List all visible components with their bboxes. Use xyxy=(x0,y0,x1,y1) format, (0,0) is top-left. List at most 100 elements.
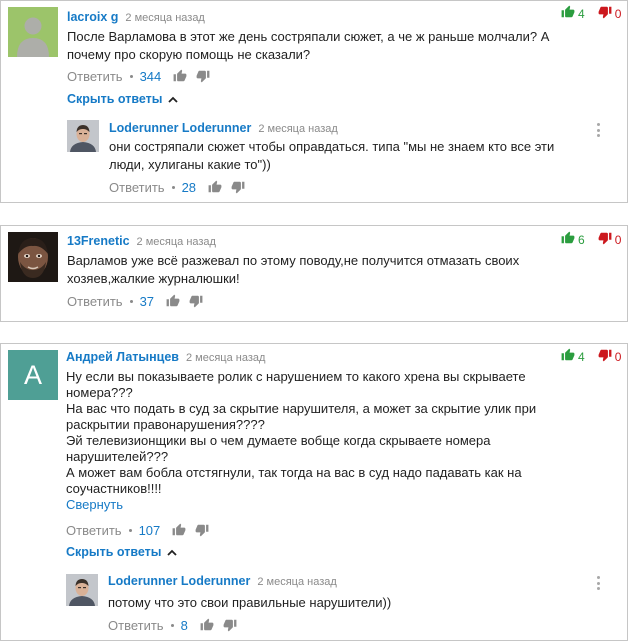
comment-text-line: потому что это свои правильные нарушител… xyxy=(108,595,392,610)
comment-text-line: почему про скорую помощь не сказали? xyxy=(67,47,311,62)
reply-button[interactable]: Ответить xyxy=(66,523,122,538)
comment-text-line: А может вам бобла отстягнули, так тогда … xyxy=(66,465,522,480)
thumbs-down-icon xyxy=(231,181,245,194)
comment-text-line: номера??? xyxy=(66,385,133,400)
like-button[interactable] xyxy=(172,523,186,537)
reply-actions: Ответить 28 xyxy=(109,179,245,195)
author-name[interactable]: Loderunner Loderunner xyxy=(108,574,250,588)
reply-button[interactable]: Ответить xyxy=(67,294,123,309)
comment-time[interactable]: 2 месяца назад xyxy=(137,236,216,248)
dislike-button[interactable] xyxy=(196,69,210,83)
thumbs-down-icon xyxy=(598,5,612,22)
dislike-button[interactable] xyxy=(189,294,203,308)
reply-button[interactable]: Ответить xyxy=(109,180,165,195)
thumbs-up-icon xyxy=(166,294,180,307)
comment-header: 13Frenetic 2 месяца назад xyxy=(67,234,216,248)
reply-actions: Ответить 8 xyxy=(108,617,237,633)
like-count: 37 xyxy=(139,293,155,309)
like-button[interactable] xyxy=(173,69,187,83)
comment-time[interactable]: 2 месяца назад xyxy=(257,576,336,588)
comment-time[interactable]: 2 месяца назад xyxy=(125,12,204,24)
reply-button[interactable]: Ответить xyxy=(67,69,123,84)
comment-text-line: соучастников!!!! xyxy=(66,481,162,496)
reply-header: Loderunner Loderunner 2 месяца назад xyxy=(109,121,338,135)
dislikes-count: 0 xyxy=(614,232,622,247)
thumbs-up-icon xyxy=(561,5,575,22)
author-name[interactable]: Loderunner Loderunner xyxy=(109,121,251,135)
likes-count: 4 xyxy=(578,6,585,21)
user-photo-icon xyxy=(66,574,98,606)
comment-text-line: Варламов уже всё разжевал по этому повод… xyxy=(67,253,520,268)
author-name[interactable]: Андрей Латынцев xyxy=(66,350,179,364)
comment-thread: 13Frenetic 2 месяца назад 6 0 Варламов у… xyxy=(0,225,628,322)
comment-thread: lacroix g 2 месяца назад 4 0 После Варла… xyxy=(0,0,628,203)
avatar-letter: A xyxy=(23,359,42,390)
kebab-menu-icon[interactable] xyxy=(595,576,601,590)
user-photo-icon xyxy=(8,232,58,282)
like-button[interactable] xyxy=(208,180,222,194)
vote-summary: 4 0 xyxy=(561,5,621,22)
kebab-menu-icon[interactable] xyxy=(595,123,601,137)
like-count: 8 xyxy=(180,617,188,633)
comment-actions: Ответить 107 xyxy=(66,522,209,538)
hide-replies-button[interactable]: Скрыть ответы xyxy=(66,545,178,559)
comment-text-line: После Варламова в этот же день состряпал… xyxy=(67,29,550,44)
thumbs-up-icon xyxy=(208,180,222,193)
hide-replies-button[interactable]: Скрыть ответы xyxy=(67,92,179,106)
separator-dot xyxy=(129,74,133,78)
dislike-button[interactable] xyxy=(223,618,237,632)
avatar[interactable] xyxy=(8,232,58,282)
comment-text-line: хозяев,жалкие журналюшки! xyxy=(67,271,240,286)
comment-text-line: они состряпали сюжет чтобы оправдаться. … xyxy=(109,139,555,154)
comment-time[interactable]: 2 месяца назад xyxy=(258,123,337,135)
likes-count: 4 xyxy=(578,349,585,364)
dislikes-count: 0 xyxy=(614,6,622,21)
author-name[interactable]: 13Frenetic xyxy=(67,234,130,248)
like-button[interactable] xyxy=(166,294,180,308)
default-user-icon xyxy=(8,7,58,57)
separator-dot xyxy=(129,299,133,303)
reply-text: они состряпали сюжет чтобы оправдаться. … xyxy=(109,138,554,174)
dislikes-count: 0 xyxy=(614,349,622,364)
reply-avatar[interactable] xyxy=(67,120,99,152)
thumbs-down-icon xyxy=(598,348,612,365)
separator-dot xyxy=(170,623,174,627)
chevron-up-icon xyxy=(168,96,179,103)
comment-text: После Варламова в этот же день состряпал… xyxy=(67,28,549,64)
hide-replies-label: Скрыть ответы xyxy=(67,92,163,106)
comment-text-line: нарушителей??? xyxy=(66,449,169,464)
comment-thread: A Андрей Латынцев 2 месяца назад 4 0 Ну … xyxy=(0,343,628,641)
collapse-button[interactable]: Свернуть xyxy=(66,497,123,512)
comment-actions: Ответить 37 xyxy=(67,293,203,309)
thumbs-down-icon xyxy=(598,231,612,248)
comment-time[interactable]: 2 месяца назад xyxy=(186,352,265,364)
comment-text-line: Ну если вы показываете ролик с нарушение… xyxy=(66,369,526,384)
comment-header: lacroix g 2 месяца назад xyxy=(67,10,205,24)
chevron-up-icon xyxy=(167,549,178,556)
like-count: 28 xyxy=(181,179,197,195)
thumbs-down-icon xyxy=(195,524,209,537)
vote-summary: 4 0 xyxy=(561,348,621,365)
avatar[interactable]: A xyxy=(8,350,58,400)
comment-text-line: Эй телевизионщики вы о чем думаете вобще… xyxy=(66,433,491,448)
avatar[interactable] xyxy=(8,7,58,57)
thumbs-down-icon xyxy=(223,619,237,632)
comment-text: Варламов уже всё разжевал по этому повод… xyxy=(67,252,519,288)
thumbs-up-icon xyxy=(173,69,187,82)
dislike-button[interactable] xyxy=(195,523,209,537)
reply-avatar[interactable] xyxy=(66,574,98,606)
comment-actions: Ответить 344 xyxy=(67,68,210,84)
comment-header: Андрей Латынцев 2 месяца назад xyxy=(66,350,265,364)
author-name[interactable]: lacroix g xyxy=(67,10,118,24)
thumbs-down-icon xyxy=(196,70,210,83)
comment-text: Ну если вы показываете ролик с нарушение… xyxy=(66,369,536,497)
separator-dot xyxy=(171,185,175,189)
reply-button[interactable]: Ответить xyxy=(108,618,164,633)
thumbs-up-icon xyxy=(561,348,575,365)
comment-text-line: раскрытии правонарушения???? xyxy=(66,417,265,432)
vote-summary: 6 0 xyxy=(561,231,621,248)
thumbs-down-icon xyxy=(189,295,203,308)
thumbs-up-icon xyxy=(172,523,186,536)
dislike-button[interactable] xyxy=(231,180,245,194)
like-button[interactable] xyxy=(200,618,214,632)
